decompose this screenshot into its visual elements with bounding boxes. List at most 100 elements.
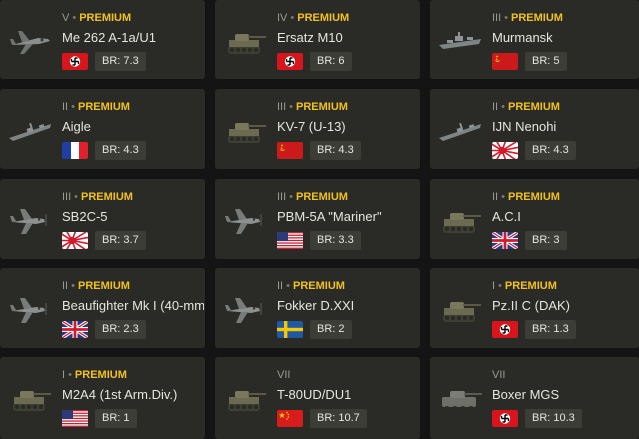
vehicle-name: PBM-5A "Mariner" [277,209,382,224]
rank-line: V • PREMIUM [62,12,131,24]
separator-dot: • [501,101,505,113]
vehicle-name: A.C.I [492,209,521,224]
vehicle-name: Beaufighter Mk I (40-mm) [62,298,204,313]
vehicle-rank: III [492,12,502,24]
tank-icon [436,290,484,330]
rank-line: II • PREMIUM [62,101,130,113]
vehicle-rank: VII [277,369,291,381]
japan-flag-icon [62,232,88,249]
vehicle-name: M2A4 (1st Arm.Div.) [62,387,178,402]
premium-badge: PREMIUM [297,12,350,24]
vehicle-rank: II [62,280,69,292]
tank-icon [221,22,269,62]
vehicle-rank: I [62,369,66,381]
rank-line: VII [492,369,505,381]
separator-dot: • [71,101,75,113]
premium-badge: PREMIUM [296,191,348,203]
battle-rating-badge: BR: 10.7 [310,409,367,428]
separator-dot: • [289,191,294,203]
britain-flag-icon [62,321,88,338]
battle-rating-badge: BR: 4.3 [525,141,576,160]
vehicle-meta: BR: 1 [62,409,137,428]
rank-line: III • PREMIUM [492,12,563,24]
prop-aircraft-icon [221,201,269,241]
vehicle-meta: BR: 1.3 [492,320,576,339]
rank-line: II • PREMIUM [492,191,560,203]
separator-dot: • [71,280,75,292]
ussr-flag-icon [277,142,303,159]
battle-rating-badge: BR: 1 [95,409,137,428]
tank-icon [221,379,269,419]
vehicle-card[interactable]: III • PREMIUM PBM-5A "Mariner" BR: 3.3 [215,179,420,259]
separator-dot: • [289,101,294,113]
vehicle-card[interactable]: IV • PREMIUM Ersatz M10 BR: 6 [215,0,420,79]
vehicle-card[interactable]: I • PREMIUM M2A4 (1st Arm.Div.) BR: 1 [0,357,205,439]
battle-rating-badge: BR: 3.3 [310,231,361,250]
vehicle-rank: II [277,280,284,292]
vehicle-name: Aigle [62,119,91,134]
premium-badge: PREMIUM [74,369,127,381]
rank-line: IV • PREMIUM [277,12,349,24]
vehicle-card[interactable]: III • PREMIUM SB2C-5 BR: 3.7 [0,179,205,259]
vehicle-card[interactable]: III • PREMIUM Murmansk BR: 5 [430,0,639,79]
premium-badge: PREMIUM [79,12,132,24]
battle-rating-badge: BR: 6 [310,52,352,71]
prop-aircraft-icon [6,290,54,330]
vehicle-card[interactable]: II • PREMIUM IJN Nenohi BR: 4.3 [430,89,639,169]
vehicle-rank: II [492,101,499,113]
vehicle-name: Me 262 A-1a/U1 [62,30,156,45]
premium-badge: PREMIUM [81,191,133,203]
vehicle-name: KV-7 (U-13) [277,119,346,134]
vehicle-meta: BR: 3 [492,231,567,250]
rank-line: III • PREMIUM [277,191,348,203]
vehicle-meta: BR: 5 [492,52,567,71]
separator-dot: • [286,280,290,292]
premium-badge: PREMIUM [504,280,557,292]
vehicle-name: T-80UD/DU1 [277,387,352,402]
vehicle-card[interactable]: I • PREMIUM Pz.II C (DAK) BR: 1.3 [430,268,639,348]
battle-rating-badge: BR: 1.3 [525,320,576,339]
prop-aircraft-icon [221,290,269,330]
vehicle-card[interactable]: II • PREMIUM Fokker D.XXI BR: 2 [215,268,420,348]
china-flag-icon [277,410,303,427]
tank-icon [6,379,54,419]
usa-flag-icon [277,232,303,249]
vehicle-card[interactable]: II • PREMIUM Beaufighter Mk I (40-mm) BR: 2.… [0,268,205,348]
tank-icon [221,111,269,151]
battle-rating-badge: BR: 2 [310,320,352,339]
premium-badge: PREMIUM [507,191,560,203]
vehicle-card[interactable]: II • PREMIUM Aigle BR: 4.3 [0,89,205,169]
vehicle-rank: V [62,12,70,24]
separator-dot: • [74,191,79,203]
vehicle-rank: VII [492,369,506,381]
vehicle-rank: II [492,191,499,203]
vehicle-card[interactable]: VII Boxer MGS BR: 10.3 [430,357,639,439]
vehicle-rank: IV [277,12,288,24]
rank-line: II • PREMIUM [62,280,130,292]
vehicle-card[interactable]: VII T-80UD/DU1 BR: 10.7 [215,357,420,439]
vehicle-meta: BR: 2 [277,320,352,339]
cruiser-ship-icon [436,22,484,62]
rank-line: I • PREMIUM [62,369,127,381]
usa-flag-icon [62,410,88,427]
separator-dot: • [68,369,72,381]
vehicle-name: Pz.II C (DAK) [492,298,571,313]
premium-badge: PREMIUM [296,101,348,113]
wheeled-vehicle-icon [436,379,484,419]
vehicle-card[interactable]: II • PREMIUM A.C.I BR: 3 [430,179,639,259]
sweden-flag-icon [277,321,303,338]
separator-dot: • [501,191,505,203]
vehicle-name: SB2C-5 [62,209,108,224]
separator-dot: • [290,12,295,24]
rank-line: III • PREMIUM [277,101,348,113]
premium-badge: PREMIUM [292,280,345,292]
germany-flag-icon [492,321,518,338]
japan-flag-icon [492,142,518,159]
vehicle-name: Boxer MGS [492,387,560,402]
britain-flag-icon [492,232,518,249]
battle-rating-badge: BR: 4.3 [310,141,361,160]
premium-badge: PREMIUM [77,280,130,292]
vehicle-card[interactable]: III • PREMIUM KV-7 (U-13) BR: 4.3 [215,89,420,169]
germany-flag-icon [277,53,303,70]
vehicle-card[interactable]: V • PREMIUM Me 262 A-1a/U1 BR: 7.3 [0,0,205,79]
